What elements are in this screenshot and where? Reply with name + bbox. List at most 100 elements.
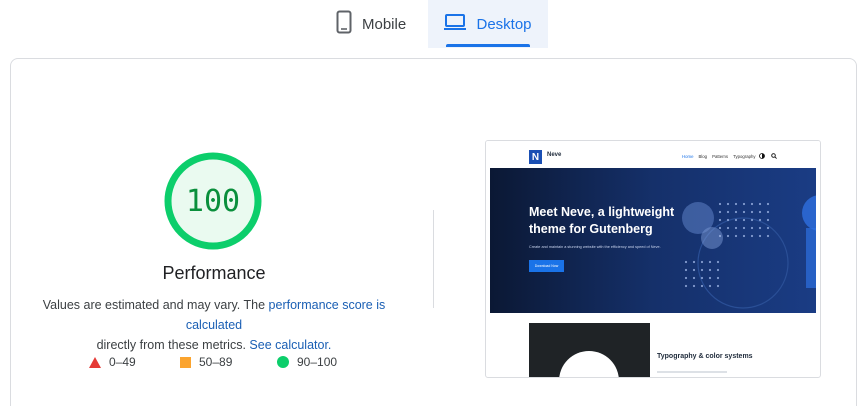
decor-dot (734, 202, 738, 206)
decor-dot (758, 218, 762, 222)
decor-dot (726, 218, 730, 222)
decor-dot (758, 210, 762, 214)
decor-dot (718, 234, 722, 238)
decor-dot (684, 284, 688, 288)
decor-dot (700, 268, 704, 272)
final-screenshot: N Neve Home Blog Patterns Typography Mee… (485, 140, 821, 378)
decor-dot (708, 260, 712, 264)
decor-dot (750, 218, 754, 222)
thumb-section-title: Typography & color systems (657, 353, 753, 360)
description-text: Values are estimated and may vary. The (42, 298, 269, 312)
decor-dot (750, 210, 754, 214)
laptop-icon (444, 13, 467, 36)
tab-mobile-label: Mobile (362, 15, 407, 33)
decor-dot (742, 202, 746, 206)
thumb-menu-item: Blog (698, 154, 708, 159)
decor-dot (766, 226, 770, 230)
decor-dot (742, 218, 746, 222)
decor-dot (718, 210, 722, 214)
thumb-menu-item: Patterns (712, 154, 729, 159)
active-tab-indicator (446, 44, 530, 47)
score-value: 100 (185, 183, 241, 219)
decor-dot (750, 202, 754, 206)
triangle-icon (89, 356, 101, 368)
decor-dot (700, 260, 704, 264)
decor-dot (726, 226, 730, 230)
decor-dot (766, 234, 770, 238)
pagespeed-report: Mobile Desktop 100 Performance Values ar… (0, 0, 866, 406)
decor-dot (684, 268, 688, 272)
thumb-hero-subtitle: Create and maintain a stunning website w… (529, 245, 661, 249)
thumb-image-block (529, 323, 650, 377)
legend-fail: 0–49 (89, 353, 136, 371)
contrast-icon (759, 153, 765, 159)
decor-dot (716, 268, 720, 272)
decor-dot (716, 276, 720, 280)
legend-fail-label: 0–49 (109, 355, 136, 369)
hero-decoration (682, 195, 816, 309)
decor-dot (684, 276, 688, 280)
decor-dot (726, 210, 730, 214)
decor-dot (692, 284, 696, 288)
thumb-navbar: N Neve Home Blog Patterns Typography (486, 141, 820, 171)
thumb-hero-button: Download Now (529, 260, 564, 272)
device-tabs: Mobile Desktop (0, 0, 866, 48)
description-text-2: directly from these metrics. (96, 338, 250, 352)
decor-dot (766, 218, 770, 222)
divider (433, 210, 434, 308)
square-icon (180, 356, 191, 368)
decor-dot (708, 276, 712, 280)
tab-desktop-label: Desktop (476, 15, 532, 33)
thumb-logo: N (529, 150, 542, 164)
decor-dot (742, 226, 746, 230)
thumb-text-line (657, 371, 727, 373)
decor-dot (716, 260, 720, 264)
decor-dot (692, 268, 696, 272)
decor-dot (708, 284, 712, 288)
decor-dot (750, 234, 754, 238)
legend-pass-label: 90–100 (297, 355, 338, 369)
legend-average-label: 50–89 (199, 355, 233, 369)
decor-dot (734, 226, 738, 230)
decor-dot (700, 284, 704, 288)
smartphone-icon (336, 10, 352, 39)
tab-desktop[interactable]: Desktop (428, 0, 548, 48)
thumb-menu-item: Home (682, 154, 694, 159)
decor-dot (766, 210, 770, 214)
decor-dot (734, 210, 738, 214)
thumb-menu: Home Blog Patterns Typography (682, 154, 756, 159)
score-title: Performance (162, 263, 266, 283)
decor-dot (692, 260, 696, 264)
score-description: Values are estimated and may vary. The p… (14, 295, 414, 355)
legend-average: 50–89 (180, 353, 232, 371)
decor-dot (716, 284, 720, 288)
decor-dot (718, 202, 722, 206)
thumb-hero-title: Meet Neve, a lightweight theme for Guten… (529, 205, 675, 236)
decor-dot (758, 202, 762, 206)
decor-dot (718, 226, 722, 230)
decor-dot (726, 234, 730, 238)
decor-dot (692, 276, 696, 280)
decor-dot (750, 226, 754, 230)
decor-dot (734, 234, 738, 238)
decor-dot (758, 226, 762, 230)
tab-mobile[interactable]: Mobile (336, 0, 428, 48)
decor-dot (766, 202, 770, 206)
decor-dot (758, 234, 762, 238)
decor-dot (700, 276, 704, 280)
thumb-brand: Neve (547, 152, 562, 158)
decor-dot (708, 268, 712, 272)
decor-dot (742, 210, 746, 214)
decor-dot (742, 234, 746, 238)
search-icon (771, 153, 777, 159)
thumb-menu-item: Typography (733, 154, 756, 159)
thumb-hero: Meet Neve, a lightweight theme for Guten… (490, 168, 816, 313)
circle-icon (277, 356, 289, 368)
decor-dot (718, 218, 722, 222)
see-calculator-link[interactable]: See calculator. (249, 338, 331, 352)
decor-dot (726, 202, 730, 206)
decor-dot (734, 218, 738, 222)
decor-dot (684, 260, 688, 264)
thumb-image-shape (559, 351, 619, 377)
legend-pass: 90–100 (277, 353, 337, 371)
